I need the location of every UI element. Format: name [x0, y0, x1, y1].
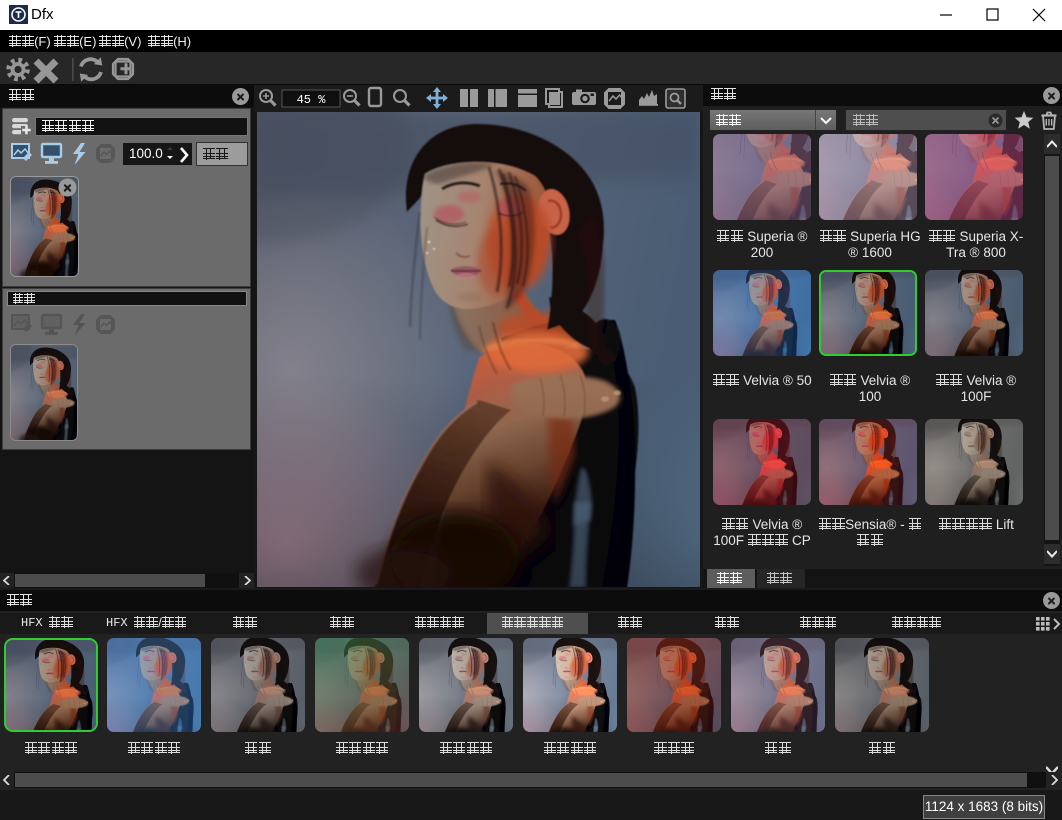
svg-text:45 %: 45 %: [297, 93, 327, 107]
